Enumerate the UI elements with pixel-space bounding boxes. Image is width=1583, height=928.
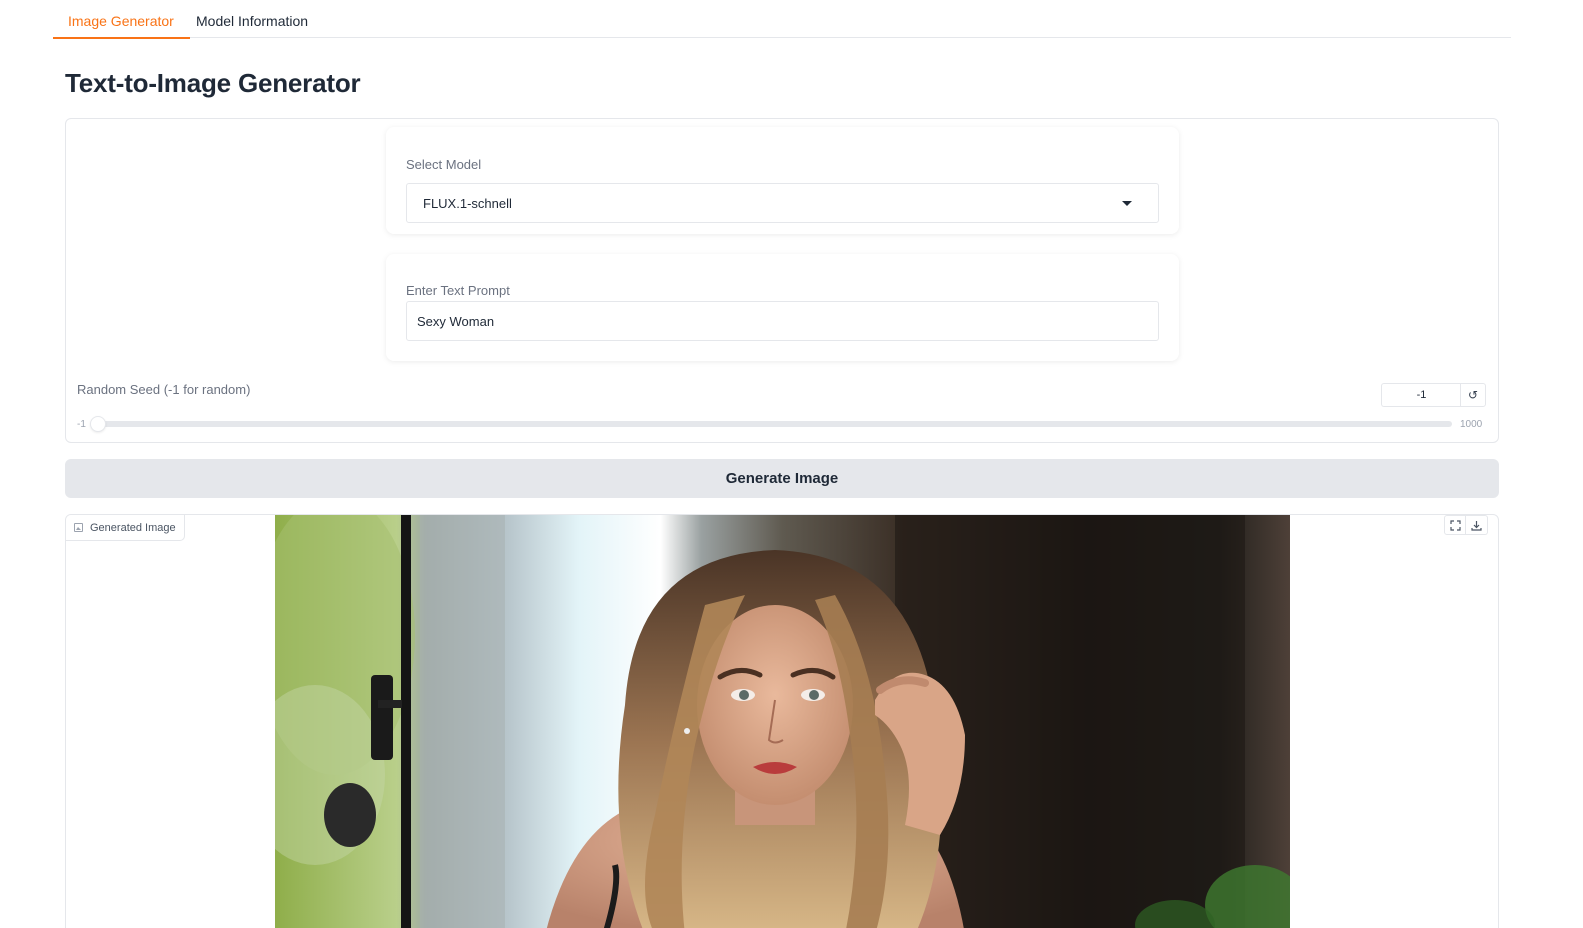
prompt-input[interactable] — [406, 301, 1159, 341]
download-icon[interactable] — [1466, 515, 1488, 535]
generated-image-panel: Generated Image — [65, 514, 1499, 928]
tab-model-information[interactable]: Model Information — [196, 13, 308, 38]
slider-min-label: -1 — [77, 419, 86, 430]
chevron-down-icon — [1122, 201, 1132, 206]
generated-image — [275, 515, 1290, 928]
image-icon — [74, 523, 83, 532]
seed-number-input[interactable] — [1381, 383, 1461, 407]
seed-label: Random Seed (-1 for random) — [77, 382, 251, 397]
page-title: Text-to-Image Generator — [65, 68, 361, 98]
slider-thumb[interactable] — [90, 416, 106, 432]
seed-slider[interactable] — [90, 416, 1452, 432]
model-dropdown-value: FLUX.1-schnell — [423, 196, 512, 211]
model-dropdown[interactable]: FLUX.1-schnell — [406, 183, 1159, 223]
tab-bar: Image Generator Model Information — [53, 0, 1511, 39]
reset-icon[interactable]: ↺ — [1460, 383, 1486, 407]
model-select-label: Select Model — [406, 157, 482, 172]
image-toolbar — [1444, 515, 1488, 535]
generated-image-label-text: Generated Image — [90, 521, 176, 534]
slider-max-label: 1000 — [1460, 419, 1483, 430]
fullscreen-icon[interactable] — [1444, 515, 1466, 535]
settings-panel: Select Model FLUX.1-schnell Enter Text P… — [65, 118, 1499, 443]
generate-image-button[interactable]: Generate Image — [65, 459, 1499, 498]
tab-image-generator[interactable]: Image Generator — [53, 13, 190, 39]
model-select-card: Select Model FLUX.1-schnell — [386, 127, 1179, 234]
prompt-card: Enter Text Prompt — [386, 254, 1179, 361]
prompt-label: Enter Text Prompt — [406, 283, 510, 298]
generated-image-label: Generated Image — [66, 515, 185, 541]
